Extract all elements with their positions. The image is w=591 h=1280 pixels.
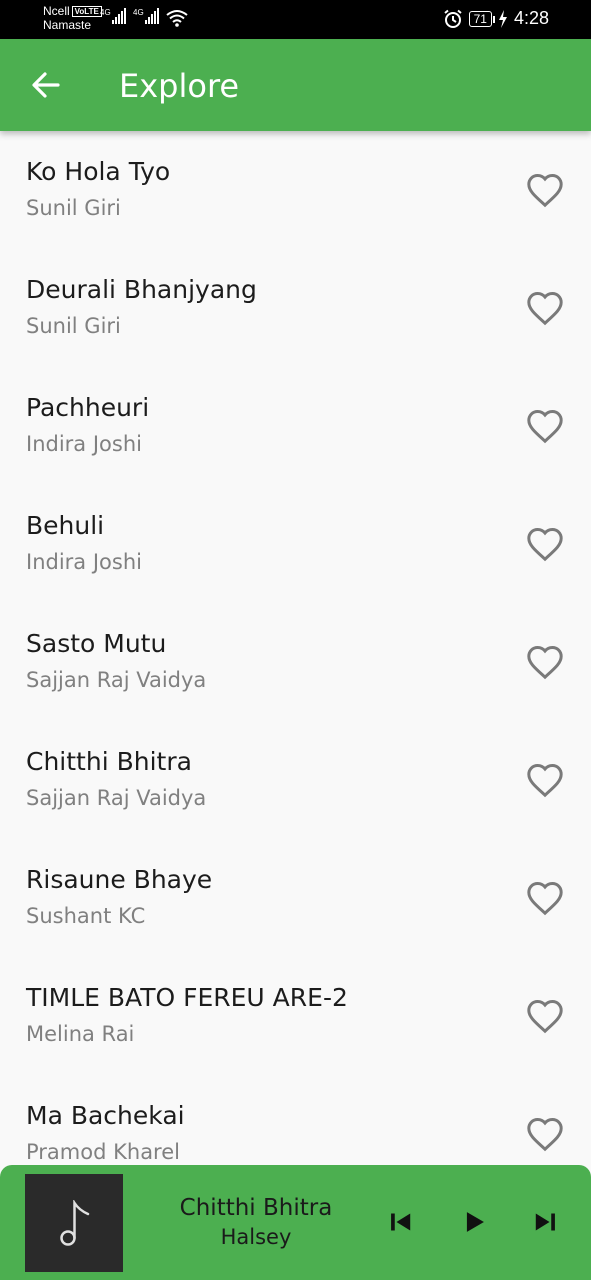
song-title: Pachheuri xyxy=(26,393,150,422)
heart-outline-icon xyxy=(527,1117,563,1152)
song-title: Deurali Bhanjyang xyxy=(26,275,257,304)
list-item[interactable]: Deurali Bhanjyang Sunil Giri xyxy=(0,249,591,367)
list-item[interactable]: Ko Hola Tyo Sunil Giri xyxy=(0,131,591,249)
song-artist: Pramod Kharel xyxy=(26,1140,180,1164)
song-list[interactable]: Ko Hola Tyo Sunil Giri Deurali Bhanjyang… xyxy=(0,131,591,1165)
heart-outline-icon xyxy=(527,645,563,680)
status-right: 71 4:28 xyxy=(443,8,549,29)
play-button[interactable] xyxy=(457,1205,491,1239)
list-item[interactable]: Chitthi Bhitra Sajjan Raj Vaidya xyxy=(0,721,591,839)
alarm-icon xyxy=(443,9,462,28)
album-art xyxy=(25,1174,123,1272)
battery-indicator: 71 xyxy=(468,10,496,27)
carrier-info: Ncell VoLTE Namaste xyxy=(43,4,102,32)
list-item[interactable]: Sasto Mutu Sajjan Raj Vaidya xyxy=(0,603,591,721)
music-note-icon xyxy=(60,1200,90,1246)
list-item[interactable]: Behuli Indira Joshi xyxy=(0,485,591,603)
song-artist: Indira Joshi xyxy=(26,550,142,574)
clock: 4:28 xyxy=(513,8,549,28)
song-artist: Indira Joshi xyxy=(26,432,142,456)
heart-outline-icon xyxy=(527,173,563,208)
now-playing-title: Chitthi Bhitra xyxy=(179,1195,333,1221)
skip-next-icon xyxy=(535,1213,555,1231)
app-bar: Explore xyxy=(0,39,591,131)
song-title: Ko Hola Tyo xyxy=(26,157,171,186)
carrier-name: Ncell xyxy=(43,4,70,18)
song-artist: Sunil Giri xyxy=(26,196,121,220)
play-icon xyxy=(466,1212,484,1232)
heart-outline-icon xyxy=(527,881,563,916)
favorite-button[interactable] xyxy=(525,1115,565,1155)
next-button[interactable] xyxy=(528,1205,562,1239)
list-item[interactable]: TIMLE BATO FEREU ARE-2 Melina Rai xyxy=(0,957,591,1075)
now-playing-bar[interactable]: Chitthi Bhitra Halsey xyxy=(0,1165,591,1280)
favorite-button[interactable] xyxy=(525,407,565,447)
favorite-button[interactable] xyxy=(525,879,565,919)
favorite-button[interactable] xyxy=(525,997,565,1037)
favorite-button[interactable] xyxy=(525,171,565,211)
song-artist: Sushant KC xyxy=(26,904,146,928)
song-title: Sasto Mutu xyxy=(26,629,167,658)
song-title: TIMLE BATO FEREU ARE-2 xyxy=(26,983,348,1012)
operator-name: Namaste xyxy=(43,18,92,32)
list-item[interactable]: Pachheuri Indira Joshi xyxy=(0,367,591,485)
favorite-button[interactable] xyxy=(525,525,565,565)
song-title: Ma Bachekai xyxy=(26,1101,185,1130)
favorite-button[interactable] xyxy=(525,761,565,801)
song-title: Risaune Bhaye xyxy=(26,865,213,894)
favorite-button[interactable] xyxy=(525,643,565,683)
heart-outline-icon xyxy=(527,291,563,326)
song-title: Behuli xyxy=(26,511,105,540)
skip-previous-icon xyxy=(391,1213,411,1231)
wifi-icon xyxy=(166,10,188,27)
heart-outline-icon xyxy=(527,999,563,1034)
heart-outline-icon xyxy=(527,409,563,444)
list-item[interactable]: Ma Bachekai Pramod Kharel xyxy=(0,1075,591,1165)
previous-button[interactable] xyxy=(384,1205,418,1239)
volte-badge: VoLTE xyxy=(71,6,102,17)
back-button[interactable] xyxy=(26,65,66,105)
song-artist: Melina Rai xyxy=(26,1022,135,1046)
heart-outline-icon xyxy=(527,763,563,798)
status-bar: Ncell VoLTE Namaste 4G 4G 71 4:28 xyxy=(0,0,591,39)
heart-outline-icon xyxy=(527,527,563,562)
song-artist: Sunil Giri xyxy=(26,314,121,338)
favorite-button[interactable] xyxy=(525,289,565,329)
charging-bolt-icon xyxy=(498,9,507,28)
page-title: Explore xyxy=(119,67,240,105)
signal-bars-icon xyxy=(144,8,159,24)
arrow-left-icon xyxy=(32,72,60,98)
list-item[interactable]: Risaune Bhaye Sushant KC xyxy=(0,839,591,957)
now-playing-artist: Halsey xyxy=(220,1225,292,1249)
cell-signal-1: 4G xyxy=(100,8,126,24)
network-type-2: 4G xyxy=(133,8,144,17)
network-type-1: 4G xyxy=(100,8,111,17)
cell-signal-2: 4G xyxy=(133,8,159,24)
song-artist: Sajjan Raj Vaidya xyxy=(26,668,207,692)
signal-bars-icon xyxy=(111,8,126,24)
song-title: Chitthi Bhitra xyxy=(26,747,192,776)
song-artist: Sajjan Raj Vaidya xyxy=(26,786,207,810)
